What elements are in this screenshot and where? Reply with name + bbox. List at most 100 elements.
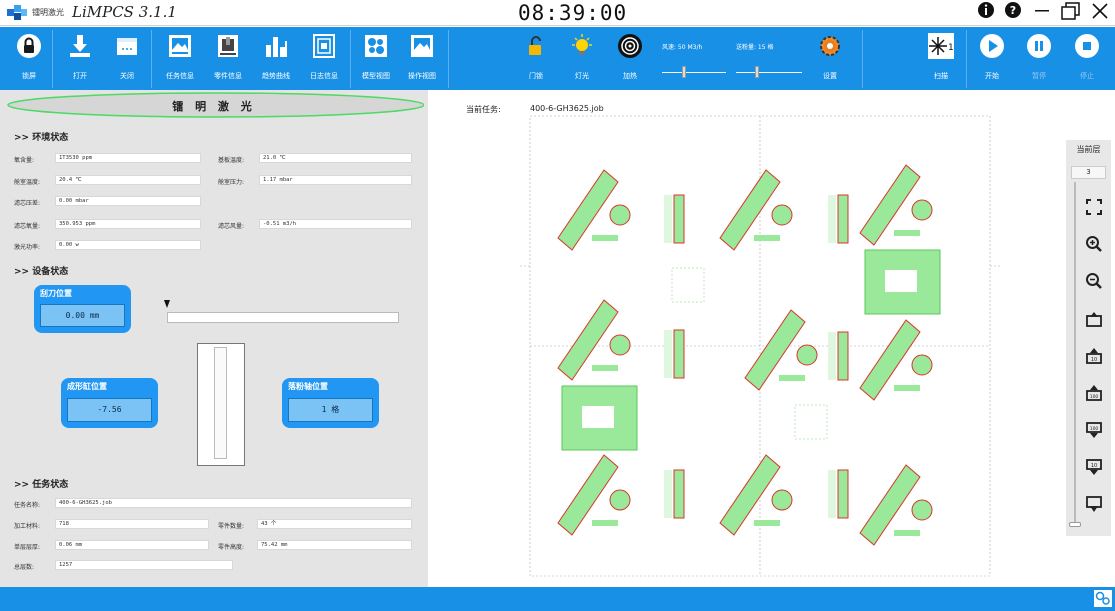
- maximize-icon[interactable]: [1058, 1, 1082, 26]
- powder-amount-slider-handle[interactable]: [755, 66, 759, 78]
- title-bar: 镭明激光 LiMPCS 3.1.1 08:39:00 ?: [0, 0, 1115, 26]
- round-part: [609, 334, 631, 356]
- lock-screen-button[interactable]: 锁屏: [11, 27, 47, 90]
- vertical-bar-shadow: [828, 195, 836, 243]
- folder-icon: [117, 38, 137, 55]
- filter-pressure-field: 0.00 mbar: [55, 196, 201, 206]
- model-view-button[interactable]: 模型视图: [356, 27, 396, 90]
- close-window-icon[interactable]: [1088, 1, 1112, 26]
- layer-thickness-field: 0.06 mm: [55, 540, 209, 550]
- wind-speed-slider-track[interactable]: [662, 72, 726, 73]
- fit-view-icon[interactable]: [1085, 198, 1103, 216]
- status-panel: [0, 90, 428, 587]
- operation-view-icon: [411, 35, 433, 57]
- play-icon: [980, 34, 1004, 58]
- build-plate-view[interactable]: [520, 110, 1010, 580]
- zoom-in-icon[interactable]: [1085, 235, 1103, 253]
- small-part: [894, 230, 920, 236]
- layer-down-100-icon[interactable]: 100: [1085, 421, 1103, 439]
- app-window: 镭明激光 LiMPCS 3.1.1 08:39:00 ? 锁屏 打开 关闭 任务…: [0, 0, 1115, 611]
- machine-icon: [218, 35, 238, 57]
- start-button[interactable]: 开始: [975, 27, 1009, 90]
- part-count-field: 43 个: [257, 519, 412, 529]
- lightbulb-icon: [572, 34, 592, 55]
- ghost-part: [671, 267, 705, 303]
- scraper-value: 0.00 mm: [40, 304, 125, 327]
- vertical-bar-shadow: [828, 332, 836, 380]
- small-part: [754, 235, 780, 241]
- wind-speed-slider-handle[interactable]: [682, 66, 686, 78]
- settings-button[interactable]: 设置: [814, 27, 846, 90]
- close-file-button[interactable]: 关闭: [109, 27, 145, 90]
- powder-axis-card: 落粉轴位置 1 格: [282, 378, 379, 428]
- vertical-bar-part: [673, 469, 685, 519]
- scraper-track: [167, 312, 399, 323]
- square-part-window: [885, 270, 917, 292]
- heat-button[interactable]: 加热: [614, 27, 646, 90]
- vertical-bar-part: [673, 329, 685, 379]
- round-part: [911, 354, 933, 376]
- device-section-title: >> 设备状态: [14, 267, 69, 277]
- layer-up-10-icon[interactable]: 10: [1085, 347, 1103, 365]
- vertical-bar-part: [837, 194, 849, 244]
- padlock-icon: [17, 34, 41, 58]
- download-icon: [70, 35, 90, 57]
- round-part: [609, 204, 631, 226]
- door-lock-button[interactable]: 门锁: [520, 27, 552, 90]
- svg-text:10: 10: [1091, 463, 1097, 469]
- filter-oxygen-field: 350.953 ppm: [55, 219, 201, 229]
- scan-button[interactable]: 1 扫描: [923, 27, 959, 90]
- powder-amount-slider-track[interactable]: [736, 72, 802, 73]
- light-button[interactable]: 灯光: [566, 27, 598, 90]
- trend-curve-button[interactable]: 趋势曲线: [256, 27, 296, 90]
- task-name-field: 400-6-GH3625.job: [55, 498, 412, 508]
- forming-cylinder-card: 成形缸位置 -7.56: [61, 378, 158, 428]
- svg-text:?: ?: [1010, 4, 1016, 17]
- round-part: [771, 204, 793, 226]
- banner-title: 镭 明 激 光: [172, 100, 256, 113]
- layer-slider-handle[interactable]: [1069, 522, 1081, 527]
- round-part: [609, 489, 631, 511]
- material-field: 718: [55, 519, 209, 529]
- chamber-temp-field: 20.4 ℃: [55, 175, 201, 185]
- status-bar: [0, 587, 1115, 611]
- round-part: [771, 489, 793, 511]
- current-task-label: 当前任务:: [466, 105, 501, 114]
- laser-power-field: 0.00 w: [55, 240, 201, 250]
- open-button[interactable]: 打开: [62, 27, 98, 90]
- layer-up-100-icon[interactable]: 100: [1085, 384, 1103, 402]
- powder-axis-value: 1 格: [288, 398, 373, 422]
- vertical-bar-shadow: [664, 195, 672, 243]
- part-height-field: 75.42 mm: [257, 540, 412, 550]
- layer-bottom-icon[interactable]: [1085, 495, 1103, 513]
- toolbar: 锁屏 打开 关闭 任务信息 零件信息 趋势曲线 日志信息 模型视图 操作视图 门…: [0, 27, 1115, 90]
- pause-button[interactable]: 暂停: [1022, 27, 1056, 90]
- layer-slider-track[interactable]: [1074, 182, 1076, 527]
- oxygen-field: 1T3530 ppm: [55, 153, 201, 163]
- minimize-icon[interactable]: [1030, 1, 1054, 24]
- stop-button[interactable]: 停止: [1070, 27, 1104, 90]
- vertical-bar-shadow: [828, 470, 836, 518]
- part-info-button[interactable]: 零件信息: [208, 27, 248, 90]
- task-section-title: >> 任务状态: [14, 480, 69, 490]
- svg-text:1: 1: [948, 43, 954, 53]
- bar-chart-icon: [266, 37, 287, 57]
- help-icon[interactable]: ?: [1001, 1, 1025, 24]
- info-icon[interactable]: [974, 1, 998, 24]
- gear-icon: [820, 36, 840, 56]
- task-info-button[interactable]: 任务信息: [160, 27, 200, 90]
- filter-wind-field: -0.51 m3/h: [259, 219, 412, 229]
- svg-text:100: 100: [1090, 426, 1099, 432]
- system-settings-icon[interactable]: [1093, 589, 1113, 608]
- logo-icon: [7, 5, 27, 20]
- forming-cylinder-value: -7.56: [67, 398, 152, 422]
- layer-top-icon[interactable]: [1085, 310, 1103, 328]
- work-view-button[interactable]: 操作视图: [402, 27, 442, 90]
- log-info-button[interactable]: 日志信息: [304, 27, 344, 90]
- small-part: [592, 235, 618, 241]
- svg-text:100: 100: [1090, 394, 1099, 400]
- layer-down-10-icon[interactable]: 10: [1085, 458, 1103, 476]
- ghost-part: [794, 404, 828, 440]
- current-layer-title: 当前层: [1076, 145, 1101, 154]
- zoom-out-icon[interactable]: [1085, 272, 1103, 290]
